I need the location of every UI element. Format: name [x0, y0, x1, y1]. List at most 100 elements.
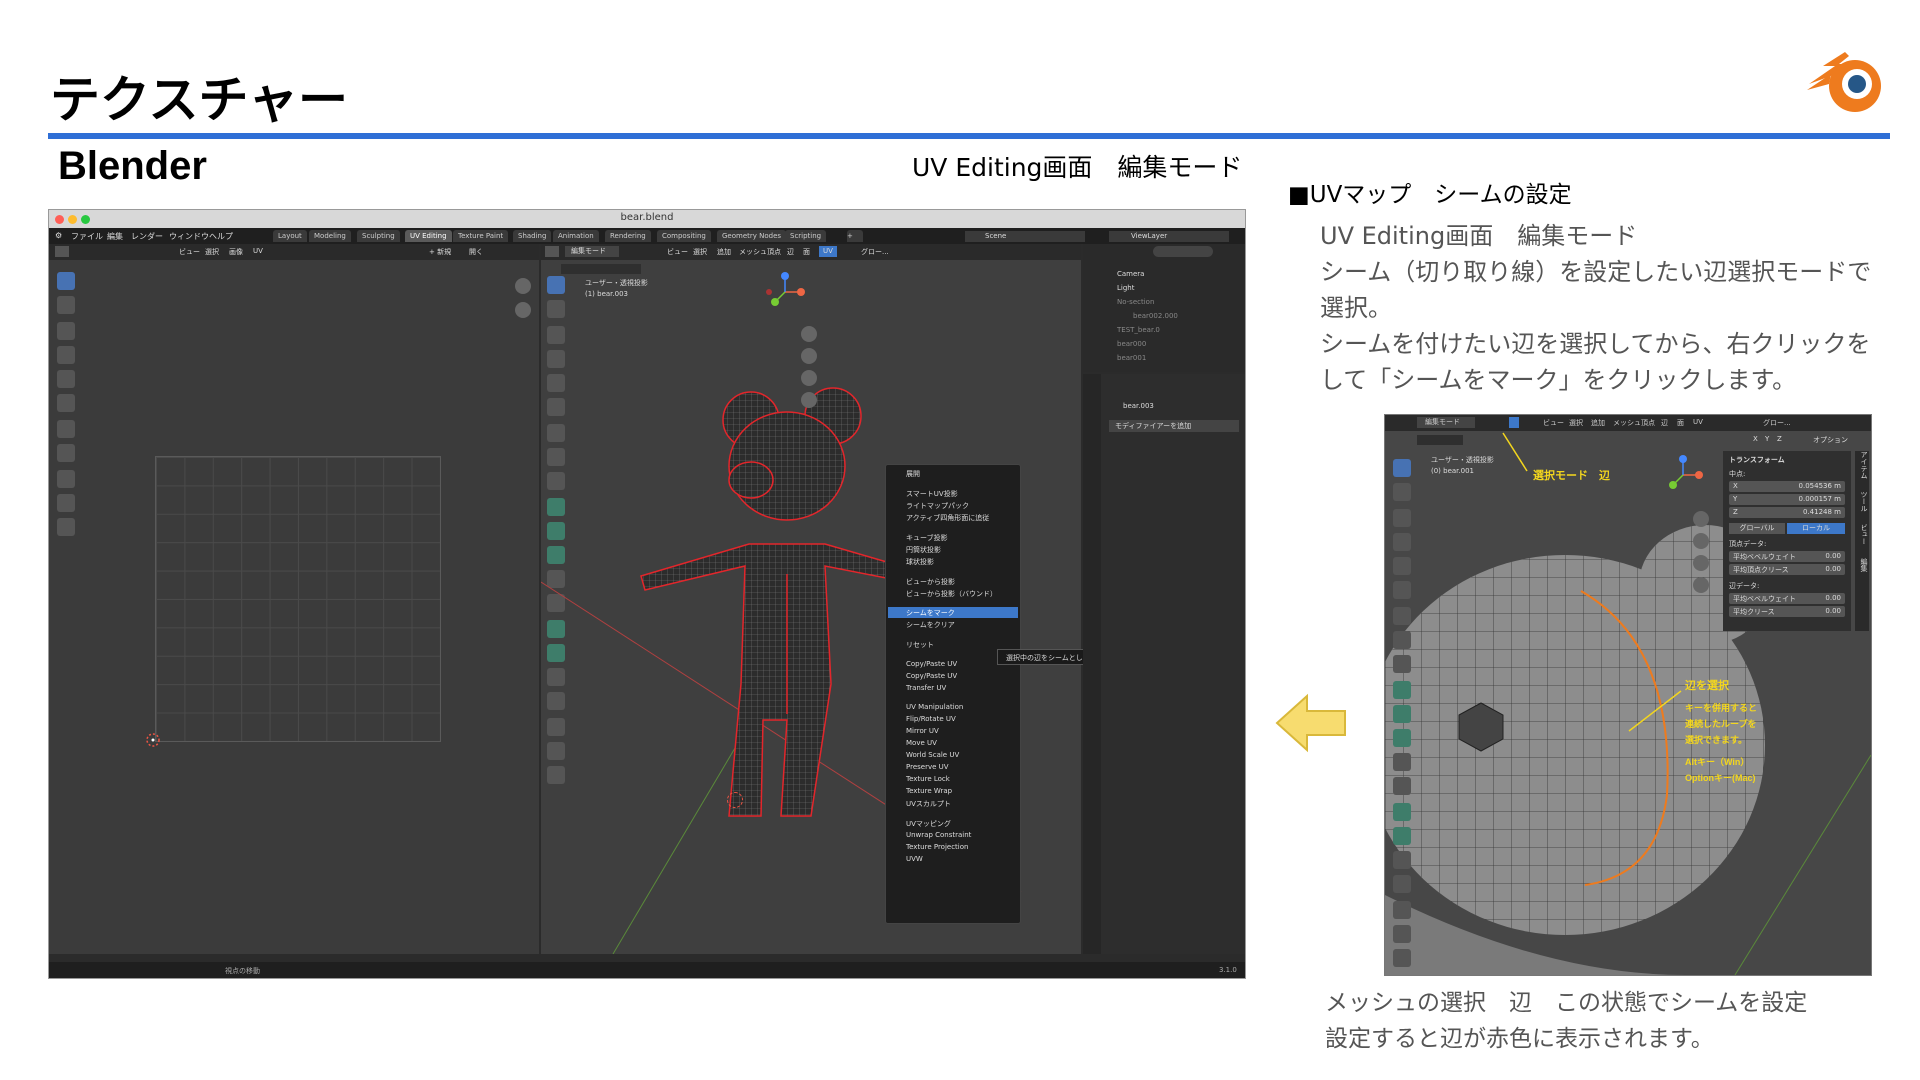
pinch-tool-icon[interactable] [57, 518, 75, 536]
scale-tool-icon[interactable] [57, 370, 75, 388]
smooth-tool-icon[interactable] [1393, 851, 1411, 869]
menu-item-smart-uv[interactable]: スマートUV投影 [906, 489, 958, 499]
zoom-icon[interactable] [515, 278, 531, 294]
workspace-tab[interactable]: Sculpting [357, 230, 400, 242]
camera-view-icon[interactable] [1693, 555, 1709, 571]
menu-item-project-from-view-bounds[interactable]: ビューから投影（バウンド） [906, 589, 997, 599]
poly-build-tool-icon[interactable] [1393, 803, 1411, 821]
menu-item-copy-paste-uv[interactable]: Copy/Paste UV [906, 660, 957, 668]
viewlayer-selector[interactable]: ViewLayer [1109, 231, 1229, 242]
outliner-item-mesh[interactable]: bear000 [1117, 340, 1146, 348]
extrude-tool-icon[interactable] [1393, 681, 1411, 699]
bevel-tool-icon[interactable] [1393, 729, 1411, 747]
workspace-tab[interactable]: Shading [513, 230, 552, 242]
scale-tool-icon[interactable] [1393, 557, 1411, 575]
median-z-field[interactable]: Z 0.41248 m [1729, 507, 1845, 518]
menu-file[interactable]: ファイル [71, 231, 103, 242]
transform-tool-icon[interactable] [57, 394, 75, 412]
inset-tool-icon[interactable] [1393, 705, 1411, 723]
scene-selector[interactable]: Scene [965, 231, 1085, 242]
menu-help[interactable]: ヘルプ [209, 231, 233, 242]
uv-new-button[interactable]: + 新規 [429, 247, 451, 257]
menu-item-reset[interactable]: リセット [906, 640, 934, 650]
add-modifier-button[interactable]: モディファイアーを追加 [1109, 420, 1239, 432]
outliner-item-mesh[interactable]: bear001 [1117, 354, 1146, 362]
loop-cut-tool-icon[interactable] [1393, 753, 1411, 771]
workspace-tab[interactable]: Modeling [309, 230, 351, 242]
uv-open-button[interactable]: 開く [469, 247, 483, 257]
outliner-item-mesh[interactable]: TEST_bear.0 [1117, 326, 1160, 334]
menu-item-transfer-uv[interactable]: Transfer UV [906, 684, 946, 692]
menu-item-uv-manipulation[interactable]: UV Manipulation [906, 703, 963, 711]
uv-menu-uv[interactable]: UV [253, 247, 263, 255]
menu-item-lightmap-pack[interactable]: ライトマップパック [906, 501, 969, 511]
outliner-item-collection[interactable]: No-section [1117, 298, 1154, 306]
menu-edit[interactable]: 編集 [107, 231, 123, 242]
camera-view-icon[interactable] [801, 370, 817, 386]
cursor-tool-icon[interactable] [57, 296, 75, 314]
menu-item-project-from-view[interactable]: ビューから投影 [906, 577, 955, 587]
menu-item-copy-paste-uv-sub[interactable]: Copy/Paste UV [906, 672, 957, 680]
menu-item-flip-rotate-uv[interactable]: Flip/Rotate UV [906, 715, 956, 723]
menu-item-texture-projection[interactable]: Texture Projection [906, 843, 968, 851]
relax-tool-icon[interactable] [57, 494, 75, 512]
workspace-tab[interactable]: Scripting [785, 230, 827, 242]
workspace-tab[interactable]: Layout [273, 230, 307, 242]
add-workspace-button[interactable]: + [847, 230, 863, 242]
outliner-search-input[interactable] [1153, 246, 1213, 257]
uv-editor-area[interactable]: ビュー 選択 画像 UV + 新規 開く [49, 244, 539, 954]
menu-item-uvw[interactable]: UVW [906, 855, 923, 863]
blender-menu-icon[interactable]: ⚙ [55, 231, 62, 240]
vertex-crease-field[interactable]: 平均頂点クリース 0.00 [1729, 564, 1845, 575]
menu-item-uv-sculpt[interactable]: UVスカルプト [906, 799, 951, 809]
menu-item-follow-active[interactable]: アクティブ四角形面に追従 [906, 513, 989, 523]
workspace-tab-active[interactable]: UV Editing [405, 230, 452, 242]
grid-view-icon[interactable] [1693, 577, 1709, 593]
menu-item-sphere-projection[interactable]: 球状投影 [906, 557, 934, 567]
outliner-item-mesh[interactable]: bear002.000 [1133, 312, 1178, 320]
properties-tabs[interactable] [1083, 374, 1101, 954]
knife-tool-icon[interactable] [1393, 777, 1411, 795]
workspace-tab[interactable]: Rendering [605, 230, 651, 242]
menu-item-cylinder-projection[interactable]: 円筒状投影 [906, 545, 941, 555]
vertex-bevel-weight-field[interactable]: 平均ベベルウェイト 0.00 [1729, 551, 1845, 562]
pan-hand-icon[interactable] [801, 348, 817, 364]
move-tool-icon[interactable] [1393, 509, 1411, 527]
zoom-icon[interactable] [801, 326, 817, 342]
menu-item-cube-projection[interactable]: キューブ投影 [906, 533, 948, 543]
uv-menu-image[interactable]: 画像 [229, 247, 243, 257]
menu-window[interactable]: ウィンドウ [169, 231, 209, 242]
move-tool-icon[interactable] [57, 322, 75, 340]
uv-menu-view[interactable]: ビュー [179, 247, 200, 257]
pan-hand-icon[interactable] [1693, 533, 1709, 549]
sidebar-tab-tool[interactable]: ツール [1860, 491, 1868, 512]
menu-item-move-uv[interactable]: Move UV [906, 739, 937, 747]
rip-tool-icon[interactable] [57, 444, 75, 462]
menu-item-mirror-uv[interactable]: Mirror UV [906, 727, 939, 735]
menu-item-texture-lock[interactable]: Texture Lock [906, 775, 950, 783]
sidebar-tab-view[interactable]: ビュー [1860, 524, 1868, 545]
sidebar-tab-edit[interactable]: 編集 [1860, 558, 1868, 572]
rip-tool-icon[interactable] [1393, 949, 1411, 967]
workspace-tab[interactable]: Geometry Nodes [717, 230, 787, 242]
menu-render[interactable]: レンダー [131, 231, 163, 242]
uv-grid[interactable] [155, 456, 441, 742]
annotate-tool-icon[interactable] [57, 420, 75, 438]
shear-tool-icon[interactable] [1393, 925, 1411, 943]
edge-bevel-weight-field[interactable]: 平均ベベルウェイト 0.00 [1729, 593, 1845, 604]
menu-item-mark-seam[interactable]: シームをマーク [906, 608, 955, 618]
local-toggle[interactable]: ローカル [1787, 523, 1845, 534]
grab-tool-icon[interactable] [57, 470, 75, 488]
rotate-tool-icon[interactable] [1393, 533, 1411, 551]
menu-item-unwrap[interactable]: 展開 [906, 469, 920, 479]
menu-item-world-scale-uv[interactable]: World Scale UV [906, 751, 959, 759]
navigation-gizmo-icon[interactable] [765, 272, 805, 312]
uv-menu-select[interactable]: 選択 [205, 247, 219, 257]
shrink-tool-icon[interactable] [1393, 901, 1411, 919]
median-y-field[interactable]: Y 0.000157 m [1729, 494, 1845, 505]
rotate-tool-icon[interactable] [57, 346, 75, 364]
outliner-item-camera[interactable]: Camera [1117, 270, 1144, 278]
editor-type-icon[interactable] [55, 246, 69, 257]
edge-crease-field[interactable]: 平均クリース 0.00 [1729, 606, 1845, 617]
spin-tool-icon[interactable] [1393, 827, 1411, 845]
